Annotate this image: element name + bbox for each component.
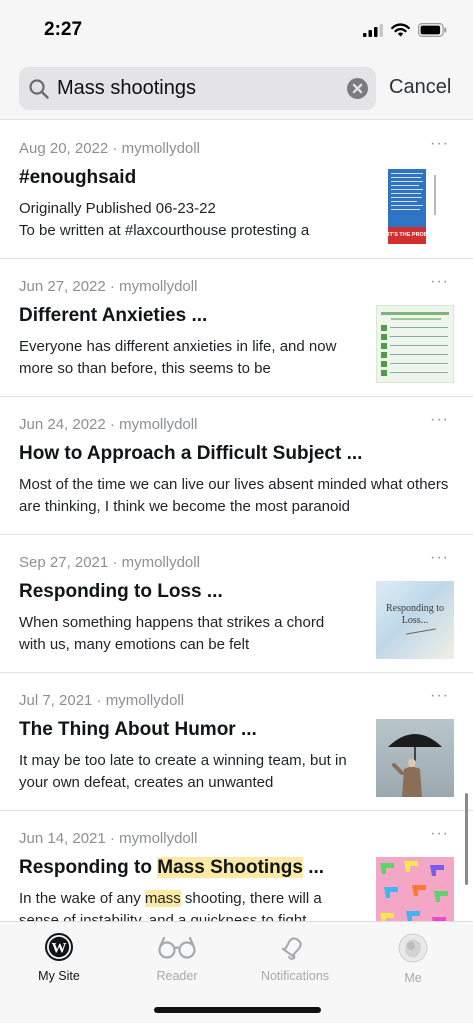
post-excerpt: Everyone has different anxieties in life…	[19, 338, 337, 377]
more-options-icon[interactable]: ···	[430, 273, 449, 291]
more-options-icon[interactable]: ···	[430, 549, 449, 567]
search-field[interactable]: Mass shootings	[19, 67, 376, 110]
post-meta: Jul 7, 2021 · mymollydoll	[19, 692, 184, 709]
post-meta: Sep 27, 2021 · mymollydoll	[19, 554, 200, 571]
post-date: Jun 27, 2022	[19, 278, 106, 295]
post-card[interactable]: Jun 27, 2022 · mymollydoll ··· Different…	[0, 259, 473, 397]
meta-separator: ·	[105, 830, 120, 847]
meta-separator: ·	[108, 554, 122, 571]
meta-separator: ·	[105, 278, 120, 295]
wifi-icon	[391, 23, 410, 37]
status-time: 2:27	[44, 19, 83, 40]
search-highlight: mass	[144, 890, 181, 907]
post-author[interactable]: mymollydoll	[119, 830, 197, 847]
post-date: Jun 24, 2022	[19, 416, 106, 433]
post-excerpt-text: In the wake of any	[19, 890, 145, 907]
signal-icon	[363, 23, 383, 37]
post-card[interactable]: Sep 27, 2021 · mymollydoll ··· Respondin…	[0, 535, 473, 673]
thumbnail-caption: IT'S THE PROBLEM	[388, 227, 426, 244]
post-meta: Jun 14, 2021 · mymollydoll	[19, 830, 197, 847]
post-card[interactable]: Jun 24, 2022 · mymollydoll ··· How to Ap…	[0, 397, 473, 535]
post-title[interactable]: How to Approach a Difficult Subject ...	[19, 443, 362, 465]
search-input[interactable]: Mass shootings	[57, 77, 196, 100]
more-options-icon[interactable]: ···	[430, 135, 449, 153]
tab-me[interactable]: Me	[354, 933, 472, 985]
post-author[interactable]: mymollydoll	[122, 140, 200, 157]
meta-separator: ·	[105, 416, 120, 433]
meta-separator: ·	[108, 140, 122, 157]
post-title[interactable]: Different Anxieties ...	[19, 305, 207, 327]
post-excerpt: When something happens that strikes a ch…	[19, 614, 325, 653]
post-author[interactable]: mymollydoll	[119, 416, 197, 433]
post-meta: Jun 27, 2022 · mymollydoll	[19, 278, 197, 295]
water-guns-art	[380, 861, 448, 921]
post-date: Jul 7, 2021	[19, 692, 93, 709]
post-author[interactable]: mymollydoll	[122, 554, 200, 571]
post-author[interactable]: mymollydoll	[119, 278, 197, 295]
home-indicator[interactable]	[154, 1007, 321, 1013]
tab-my-site[interactable]: W My Site	[0, 933, 118, 983]
post-excerpt: Most of the time we can live our lives a…	[19, 476, 449, 515]
umbrella-figure-art	[388, 734, 442, 797]
post-title-text: Responding to	[19, 857, 158, 878]
search-results-list: Aug 20, 2022 · mymollydoll ··· #enoughsa…	[0, 121, 473, 921]
bell-icon	[281, 937, 302, 960]
tab-label: Notifications	[260, 969, 330, 983]
post-thumbnail[interactable]	[376, 719, 454, 797]
search-header: Mass shootings Cancel	[0, 60, 473, 120]
scrollbar[interactable]	[465, 793, 468, 885]
post-excerpt: Originally Published 06-23-22 To be writ…	[19, 200, 310, 239]
post-card[interactable]: Jun 14, 2021 · mymollydoll ··· Respondin…	[0, 811, 473, 921]
post-title[interactable]: Responding to Loss ...	[19, 581, 223, 603]
avatar	[398, 933, 428, 963]
glasses-icon	[158, 936, 196, 959]
post-meta: Aug 20, 2022 · mymollydoll	[19, 140, 200, 157]
search-highlight: Mass Shootings	[157, 857, 303, 878]
status-icons	[363, 20, 447, 40]
svg-text:W: W	[52, 941, 67, 957]
meta-separator: ·	[92, 692, 106, 709]
post-title[interactable]: Responding to Mass Shootings ...	[19, 857, 324, 879]
tab-reader[interactable]: Reader	[118, 933, 236, 983]
status-bar: 2:27	[0, 0, 473, 60]
tab-label: My Site	[38, 969, 80, 983]
thumbnail-caption: Responding to Loss...	[385, 603, 445, 626]
more-options-icon[interactable]: ···	[430, 411, 449, 429]
post-thumbnail[interactable]	[376, 857, 454, 921]
post-excerpt: In the wake of any mass shooting, there …	[19, 888, 353, 921]
post-author[interactable]: mymollydoll	[106, 692, 184, 709]
post-thumbnail[interactable]: IT'S THE PROBLEM	[376, 167, 454, 245]
more-options-icon[interactable]: ···	[430, 825, 449, 843]
thumbnail-poster-art	[388, 169, 426, 227]
battery-icon	[418, 23, 447, 37]
tab-label: Me	[404, 971, 422, 985]
post-date: Jun 14, 2021	[19, 830, 106, 847]
post-date: Sep 27, 2021	[19, 554, 109, 571]
post-excerpt: It may be too late to create a winning t…	[19, 752, 347, 791]
post-thumbnail[interactable]: Responding to Loss...	[376, 581, 454, 659]
post-meta: Jun 24, 2022 · mymollydoll	[19, 416, 197, 433]
tab-notifications[interactable]: Notifications	[236, 933, 354, 983]
clear-search-icon[interactable]	[347, 78, 368, 99]
more-options-icon[interactable]: ···	[430, 687, 449, 705]
cancel-button[interactable]: Cancel	[389, 76, 451, 99]
tab-label: Reader	[156, 969, 198, 983]
post-thumbnail[interactable]	[376, 305, 454, 383]
post-date: Aug 20, 2022	[19, 140, 109, 157]
post-title[interactable]: #enoughsaid	[19, 167, 136, 189]
post-card[interactable]: Aug 20, 2022 · mymollydoll ··· #enoughsa…	[0, 121, 473, 259]
search-icon	[29, 79, 49, 99]
wordpress-icon: W	[45, 933, 73, 961]
post-title-text: ...	[302, 857, 325, 878]
post-card[interactable]: Jul 7, 2021 · mymollydoll ··· The Thing …	[0, 673, 473, 811]
post-title[interactable]: The Thing About Humor ...	[19, 719, 257, 741]
